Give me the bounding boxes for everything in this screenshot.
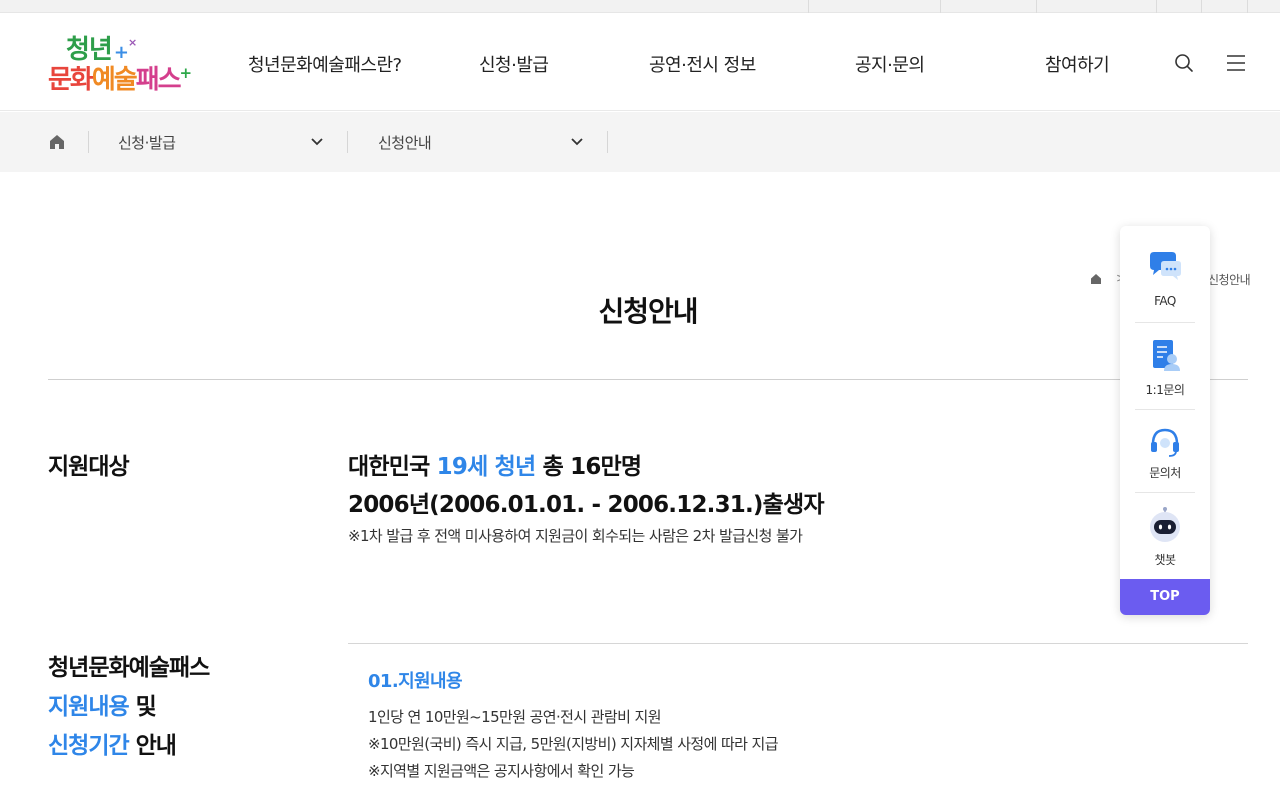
subnav-divider: [347, 131, 348, 153]
quick-menu-label: 문의처: [1149, 466, 1181, 480]
eligibility-text: 총 16만명: [535, 454, 643, 480]
section-divider: [348, 643, 1248, 644]
headset-icon: [1145, 422, 1185, 462]
document-inquiry-icon: [1145, 337, 1185, 377]
scroll-top-button[interactable]: TOP: [1120, 579, 1210, 615]
chevron-down-icon[interactable]: [309, 134, 325, 150]
eligibility-highlight: 19세 청년: [436, 454, 537, 480]
gnb-item-about[interactable]: 청년문화예술패스란?: [248, 51, 402, 77]
title-divider: [48, 379, 1248, 380]
quick-menu-label: 챗봇: [1154, 553, 1176, 567]
utility-divider: [940, 0, 941, 13]
eligibility-line-2: 2006년(2006.01.01. - 2006.12.31.)출생자: [348, 492, 825, 518]
support-content-line: 1인당 연 10만원~15만원 공연·전시 관람비 지원: [368, 708, 662, 726]
section2-heading-text: 및: [128, 694, 157, 720]
site-header: 청년 +× 문화예술패스+ 청년문화예술패스란? 신청·발급 공연·전시 정보 공…: [0, 13, 1280, 111]
sub-navigation: 신청·발급 신청안내: [0, 112, 1280, 172]
subnav-divider: [607, 131, 608, 153]
eligibility-text: 대한민국: [348, 454, 437, 480]
section2-heading-line1: 청년문화예술패스: [48, 655, 210, 681]
logo-text-pass: 패스: [135, 65, 182, 95]
support-content-line: ※지역별 지원금액은 공지사항에서 확인 가능: [368, 762, 635, 780]
support-content-subheading: 01.지원내용: [368, 671, 463, 692]
logo-text-arts: 예술: [91, 65, 138, 95]
support-content-line: ※10만원(국비) 즉시 지급, 5만원(지방비) 지자체별 사정에 따라 지급: [368, 735, 779, 753]
section-heading-eligibility: 지원대상: [48, 454, 130, 480]
quick-menu-inquiry[interactable]: 1:1문의: [1120, 323, 1210, 409]
utility-divider: [1247, 0, 1248, 13]
subnav-divider: [88, 131, 89, 153]
section2-heading-line2: 지원내용 및: [48, 687, 157, 721]
breadcrumb-home-icon[interactable]: [1090, 273, 1102, 285]
eligibility-line-1: 대한민국 19세 청년 총 16만명: [348, 447, 643, 481]
quick-menu-label: FAQ: [1154, 294, 1176, 308]
utility-divider: [1036, 0, 1037, 13]
gnb-item-events[interactable]: 공연·전시 정보: [649, 51, 756, 77]
quick-menu-chatbot[interactable]: 챗봇: [1120, 493, 1210, 579]
utility-bar: [0, 0, 1280, 13]
chevron-down-icon[interactable]: [569, 134, 585, 150]
utility-divider: [1201, 0, 1202, 13]
search-icon[interactable]: [1172, 51, 1196, 75]
logo-plus: +: [179, 64, 193, 82]
section2-heading-highlight: 지원내용: [48, 694, 130, 720]
eligibility-note: ※1차 발급 후 전액 미사용하여 지원금이 회수되는 사람은 2차 발급신청 …: [348, 527, 803, 545]
section2-heading-highlight: 신청기간: [48, 733, 130, 759]
gnb-item-apply[interactable]: 신청·발급: [479, 51, 549, 77]
utility-divider: [1156, 0, 1157, 13]
gnb-item-participate[interactable]: 참여하기: [1045, 51, 1110, 77]
section2-heading-line3: 신청기간 안내: [48, 726, 177, 760]
subnav-dropdown-1-label[interactable]: 신청·발급: [118, 132, 176, 153]
quick-menu-label: 1:1문의: [1145, 383, 1185, 397]
section2-heading-text: 안내: [128, 733, 177, 759]
logo-line2: 문화예술패스+: [48, 59, 193, 96]
quick-menu: FAQ 1:1문의 문의처 챗봇 TOP: [1120, 226, 1210, 615]
site-logo[interactable]: 청년 +× 문화예술패스+: [48, 29, 208, 95]
breadcrumb-current: 신청안내: [1208, 273, 1251, 287]
logo-text-culture: 문화: [48, 65, 94, 95]
logo-x-mark: ×: [127, 36, 137, 49]
faq-chat-icon: [1145, 248, 1185, 288]
hamburger-menu-icon[interactable]: [1224, 51, 1248, 75]
quick-menu-contact[interactable]: 문의처: [1120, 410, 1210, 496]
quick-menu-faq[interactable]: FAQ: [1120, 236, 1210, 322]
subnav-dropdown-2-label[interactable]: 신청안내: [378, 132, 432, 153]
chatbot-robot-icon: [1145, 505, 1185, 545]
page-title: 신청안내: [598, 295, 698, 328]
gnb-item-notice[interactable]: 공지·문의: [855, 51, 925, 77]
utility-divider: [808, 0, 809, 13]
home-icon[interactable]: [48, 133, 66, 151]
